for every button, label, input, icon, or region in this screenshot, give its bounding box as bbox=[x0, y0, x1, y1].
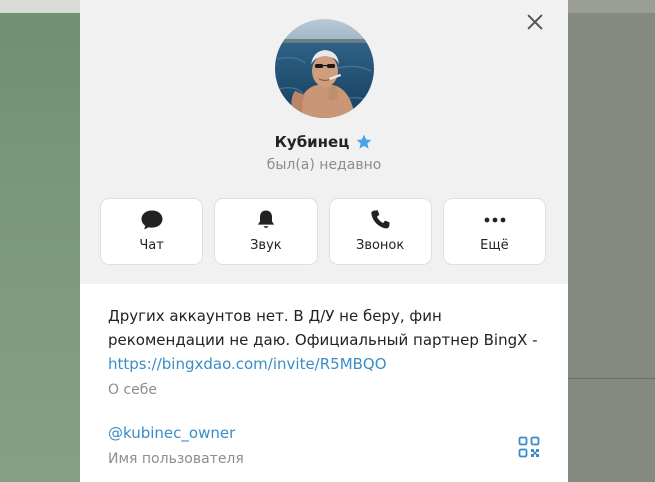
about-label: О себе bbox=[108, 382, 158, 398]
about-text-block: Других аккаунтов нет. В Д/У не беру, фин… bbox=[108, 304, 548, 376]
chat-bubble-icon bbox=[140, 209, 164, 231]
more-dots-icon bbox=[483, 209, 507, 231]
call-button[interactable]: Звонок bbox=[328, 198, 432, 265]
about-text: Других аккаунтов нет. В Д/У не беру, фин… bbox=[108, 307, 538, 349]
chat-button[interactable]: Чат bbox=[100, 198, 204, 265]
profile-name-row: Кубинец bbox=[80, 131, 568, 153]
qr-code-icon[interactable] bbox=[518, 436, 540, 458]
username-label: Имя пользователя bbox=[108, 451, 244, 467]
bell-icon bbox=[254, 209, 278, 231]
mute-button[interactable]: Звук bbox=[214, 198, 318, 265]
call-button-label: Звонок bbox=[355, 238, 405, 253]
more-button[interactable]: Ещё bbox=[442, 198, 546, 265]
about-link[interactable]: https://bingxdao.com/invite/R5MBQO bbox=[108, 355, 387, 373]
chat-background-right bbox=[568, 0, 655, 482]
avatar[interactable] bbox=[275, 19, 374, 118]
avatar-photo bbox=[275, 19, 374, 118]
profile-name: Кубинец bbox=[274, 133, 350, 151]
more-button-label: Ещё bbox=[480, 238, 509, 253]
username-link[interactable]: @kubinec_owner bbox=[108, 424, 235, 442]
close-icon[interactable] bbox=[524, 11, 546, 33]
chat-button-label: Чат bbox=[139, 238, 164, 253]
mute-button-label: Звук bbox=[250, 238, 282, 253]
profile-modal: Кубинец был(а) недавно Чат Звук Звонок Е… bbox=[80, 0, 568, 482]
premium-star-icon bbox=[355, 133, 373, 151]
phone-icon bbox=[369, 209, 393, 231]
profile-info-section: Других аккаунтов нет. В Д/У не беру, фин… bbox=[80, 284, 568, 482]
background-strip bbox=[568, 0, 655, 13]
chat-background-left bbox=[0, 0, 80, 482]
background-divider bbox=[568, 378, 655, 379]
action-buttons: Чат Звук Звонок Ещё bbox=[100, 198, 546, 265]
last-seen-status: был(а) недавно bbox=[266, 157, 382, 173]
